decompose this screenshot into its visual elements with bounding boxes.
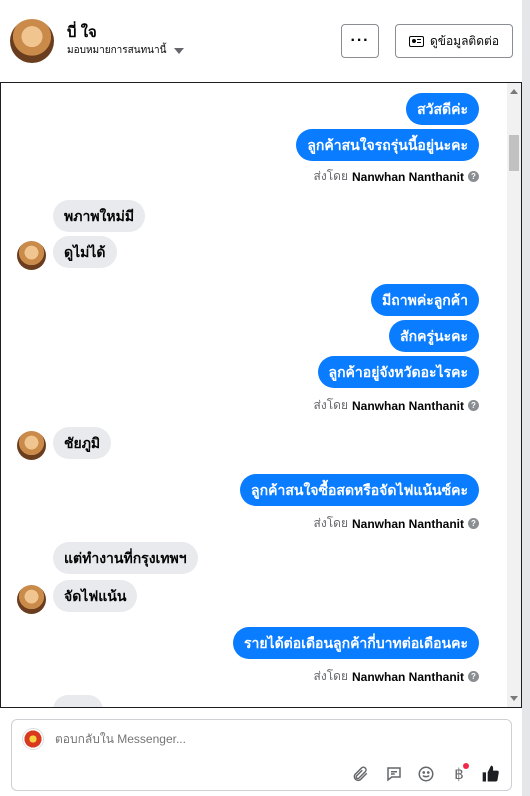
attachment-icon[interactable] [350,764,370,784]
message-incoming[interactable]: ชัยภูมิ [53,427,112,459]
scroll-down-arrow-icon[interactable] [510,696,518,701]
reply-input[interactable] [55,732,475,746]
saved-replies-icon[interactable] [384,764,404,784]
page-avatar [22,728,44,750]
thumbs-up-icon[interactable] [481,764,501,784]
message-outgoing[interactable]: ลูกค้าสนใจรถรุ่นนี้อยู่นะคะ [296,129,479,161]
message-incoming[interactable]: พภาพใหม่มี [53,200,146,232]
sent-by-agent: Nanwhan Nanthanit [351,516,464,531]
help-icon[interactable]: ? [468,671,479,682]
sent-by-label: ส่งโดย Nanwhan Nanthanit ? [314,167,479,186]
message-outgoing[interactable]: ลูกค้าสนใจซื้อสดหรือจัดไฟแน้นซ์คะ [240,474,479,506]
sent-by-label: ส่งโดย Nanwhan Nanthanit ? [314,396,479,415]
assign-conversation-dropdown[interactable]: มอบหมายการสนทนานี้ [67,43,185,58]
message-outgoing[interactable]: สักครู่นะคะ [389,320,479,352]
message-incoming[interactable]: ดูไม่ได้ [53,236,117,268]
sender-avatar [17,431,46,460]
conversation-header: บี่ ใจ มอบหมายการสนทนานี้ ··· ดูข้อมูลติ… [0,0,522,82]
message-outgoing[interactable]: ลูกค้าอยู่จังหวัดอะไรคะ [317,356,479,388]
sent-by-prefix: ส่งโดย [313,669,348,683]
message-outgoing[interactable]: สวัสดีค่ะ [406,93,479,125]
caret-down-icon [174,47,185,54]
view-contact-info-button[interactable]: ดูข้อมูลติดต่อ [395,24,513,58]
assign-label: มอบหมายการสนทนานี้ [67,45,167,56]
sent-by-agent: Nanwhan Nanthanit [351,398,464,413]
message-outgoing[interactable]: รายได้ต่อเดือนลูกค้ากี่บาทต่อเดือนคะ [232,627,479,659]
sent-by-prefix: ส่งโดย [313,169,348,183]
notification-dot [463,763,469,769]
reply-composer: ฿ [11,719,512,791]
sender-avatar [17,241,46,270]
sent-by-agent: Nanwhan Nanthanit [351,169,464,184]
help-icon[interactable]: ? [468,171,479,182]
more-options-button[interactable]: ··· [341,24,379,58]
message-incoming-partial[interactable] [53,695,103,707]
help-icon[interactable]: ? [468,400,479,411]
emoji-icon[interactable] [416,764,436,784]
contact-button-label: ดูข้อมูลติดต่อ [429,33,500,48]
baht-payment-icon[interactable]: ฿ [449,763,469,784]
scroll-thumb[interactable] [509,135,519,171]
message-incoming[interactable]: จัดไฟแน้น [53,580,138,612]
contact-card-icon [408,35,424,47]
scrollbar[interactable] [507,83,521,707]
window-edge [522,0,530,796]
message-outgoing[interactable]: มีถาพค่ะลูกค้า [371,284,479,316]
sent-by-label: ส่งโดย Nanwhan Nanthanit ? [314,514,479,533]
message-incoming[interactable]: แต่ทำงานที่กรุงเทพฯ [53,542,198,574]
sent-by-prefix: ส่งโดย [313,516,348,530]
contact-avatar[interactable] [10,19,54,63]
sent-by-agent: Nanwhan Nanthanit [351,669,464,684]
message-list[interactable]: สวัสดีค่ะ ลูกค้าสนใจรถรุ่นนี้อยู่นะคะ ส่… [0,82,522,708]
scroll-up-arrow-icon[interactable] [510,89,518,94]
sender-avatar [17,585,46,614]
sent-by-label: ส่งโดย Nanwhan Nanthanit ? [314,667,479,686]
help-icon[interactable]: ? [468,518,479,529]
sent-by-prefix: ส่งโดย [313,398,348,412]
contact-name[interactable]: บี่ ใจ [67,20,97,44]
